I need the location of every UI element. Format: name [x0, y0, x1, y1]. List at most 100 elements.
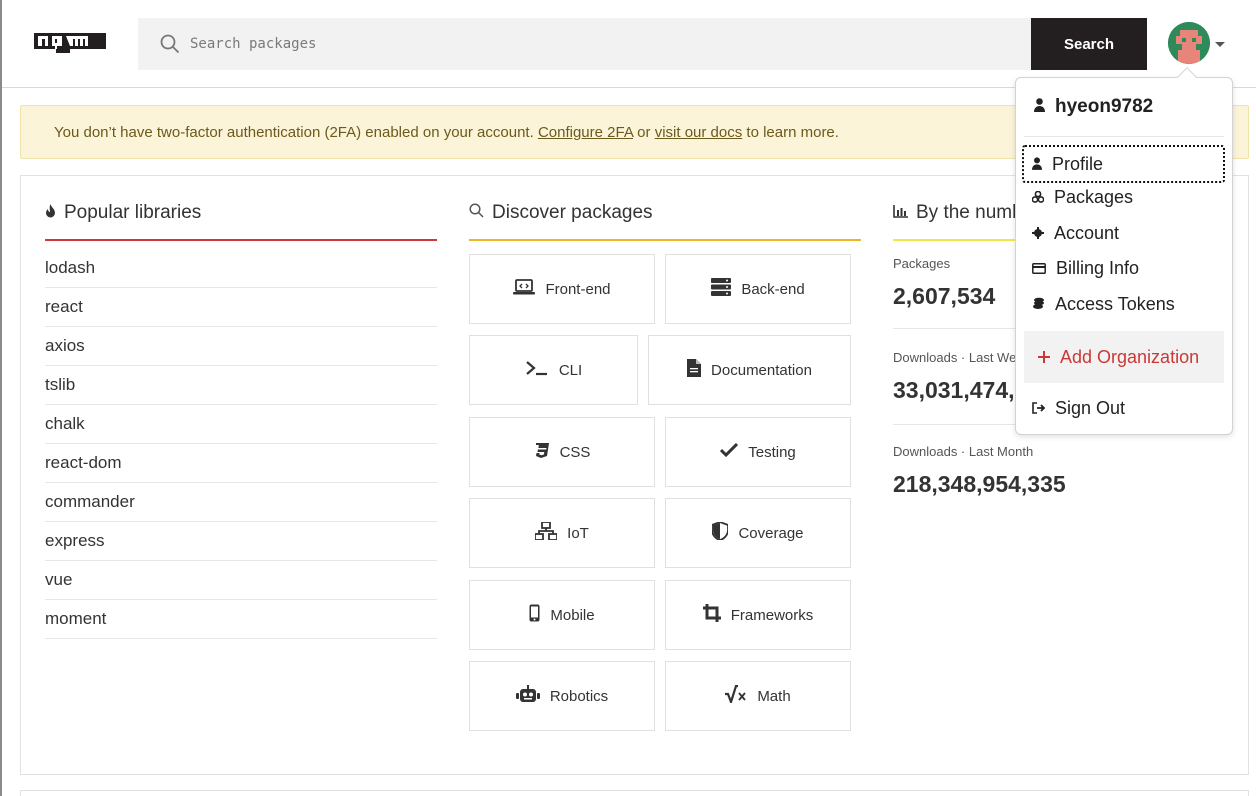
tile-front-end[interactable]: Front-end [469, 254, 655, 324]
popular-libraries-heading: Popular libraries [45, 202, 201, 224]
discover-packages-heading: Discover packages [469, 202, 653, 224]
by-the-numbers-title: By the numb [916, 202, 1023, 223]
tile-iot[interactable]: IoT [469, 498, 655, 568]
discover-packages-title: Discover packages [492, 202, 653, 223]
menu-item-access-tokens[interactable]: Access Tokens [1032, 294, 1175, 315]
avatar-menu-toggle[interactable] [1168, 22, 1210, 64]
npm-logo[interactable] [34, 33, 106, 60]
tile-label: Documentation [711, 361, 812, 379]
dropdown-divider [1024, 136, 1224, 137]
tile-robotics[interactable]: Robotics [469, 661, 655, 731]
menu-item-packages[interactable]: Packages [1031, 187, 1134, 208]
tile-coverage[interactable]: Coverage [665, 498, 851, 568]
list-item[interactable]: tslib [45, 366, 437, 405]
popular-libraries-title: Popular libraries [64, 202, 202, 223]
stat-label: Downloads · Last We [893, 350, 1017, 365]
user-dropdown-menu: hyeon9782 Profile Packages Account Billi… [1015, 77, 1233, 435]
tile-label: Mobile [550, 606, 595, 624]
tile-math[interactable]: Math [665, 661, 851, 731]
avatar[interactable] [1168, 22, 1210, 64]
menu-item-label: Packages [1054, 187, 1134, 207]
visit-docs-link[interactable]: visit our docs [655, 124, 743, 141]
tile-label: CLI [558, 361, 583, 379]
stat-value: 2,607,534 [893, 283, 996, 309]
add-organization-button[interactable]: Add Organization [1024, 331, 1224, 383]
square-root-icon [725, 684, 747, 707]
stat-value: 33,031,474, [893, 377, 1015, 403]
banner-text-mid: or [633, 124, 655, 141]
menu-item-profile[interactable]: Profile [1022, 145, 1225, 183]
list-item[interactable]: react-dom [45, 444, 437, 483]
list-item[interactable]: commander [45, 483, 437, 522]
tile-cli[interactable]: CLI [469, 335, 638, 405]
list-item[interactable]: vue [45, 561, 437, 600]
menu-item-label: Profile [1052, 153, 1104, 174]
list-item[interactable]: axios [45, 327, 437, 366]
list-item[interactable]: chalk [45, 405, 437, 444]
chart-bar-icon [893, 202, 908, 224]
stat-value: 218,348,954,335 [893, 471, 1066, 497]
server-icon [711, 278, 732, 300]
tile-back-end[interactable]: Back-end [665, 254, 851, 324]
add-organization-label: Add Organization [1060, 346, 1200, 367]
laptop-code-icon [513, 279, 536, 299]
tile-label: Frameworks [730, 606, 814, 624]
tile-label: Math [757, 687, 791, 705]
tile-css[interactable]: CSS [469, 417, 655, 487]
file-icon [687, 359, 702, 381]
robot-icon [515, 685, 540, 707]
tile-documentation[interactable]: Documentation [648, 335, 851, 405]
tile-label: Coverage [738, 524, 804, 542]
check-icon [720, 442, 739, 461]
coins-icon [1032, 294, 1045, 315]
menu-item-billing[interactable]: Billing Info [1032, 258, 1139, 279]
tile-frameworks[interactable]: Frameworks [665, 580, 851, 650]
flame-icon [45, 202, 56, 224]
tile-mobile[interactable]: Mobile [469, 580, 655, 650]
credit-card-icon [1032, 258, 1046, 279]
crop-icon [702, 604, 721, 626]
popular-libraries-list: lodash react axios tslib chalk react-dom… [45, 249, 437, 639]
chevron-down-icon[interactable] [1215, 42, 1225, 47]
popular-rule [45, 239, 437, 241]
username-text: hyeon9782 [1055, 96, 1154, 117]
search-input[interactable] [190, 18, 1010, 70]
menu-item-label: Sign Out [1055, 398, 1126, 418]
menu-item-account[interactable]: Account [1032, 223, 1119, 244]
by-the-numbers-heading: By the numb [893, 202, 1023, 224]
list-item[interactable]: moment [45, 600, 437, 639]
mobile-icon [529, 604, 540, 626]
banner-text-end: to learn more. [742, 124, 839, 141]
secondary-panel [20, 790, 1249, 796]
tile-testing[interactable]: Testing [665, 417, 851, 487]
search-icon [160, 34, 180, 59]
menu-item-label: Billing Info [1056, 258, 1140, 278]
list-item[interactable]: lodash [45, 249, 437, 288]
sign-out-icon [1032, 398, 1046, 419]
menu-item-label: Access Tokens [1055, 294, 1175, 314]
cubes-icon [1031, 187, 1045, 208]
stat-label: Downloads · Last Month [893, 444, 1034, 459]
plus-icon [1038, 347, 1050, 368]
dropdown-username: hyeon9782 [1034, 96, 1153, 118]
shield-icon [711, 521, 730, 544]
site-header: Search [2, 0, 1256, 88]
tile-label: CSS [559, 443, 591, 461]
configure-2fa-link[interactable]: Configure 2FA [538, 124, 633, 141]
list-item[interactable]: react [45, 288, 437, 327]
tile-label: Testing [748, 443, 796, 461]
gear-icon [1032, 223, 1044, 244]
search-icon [469, 202, 484, 224]
stat-label: Packages [893, 256, 951, 271]
numbers-rule [893, 239, 1023, 241]
tile-label: Robotics [549, 687, 609, 705]
network-icon [534, 521, 559, 544]
search-button[interactable]: Search [1031, 18, 1147, 70]
tile-label: IoT [567, 524, 589, 542]
menu-item-sign-out[interactable]: Sign Out [1032, 398, 1125, 419]
banner-text: You don’t have two-factor authentication… [54, 124, 538, 141]
search-box [138, 18, 1031, 70]
tile-label: Front-end [545, 280, 611, 298]
terminal-icon [525, 360, 549, 380]
list-item[interactable]: express [45, 522, 437, 561]
